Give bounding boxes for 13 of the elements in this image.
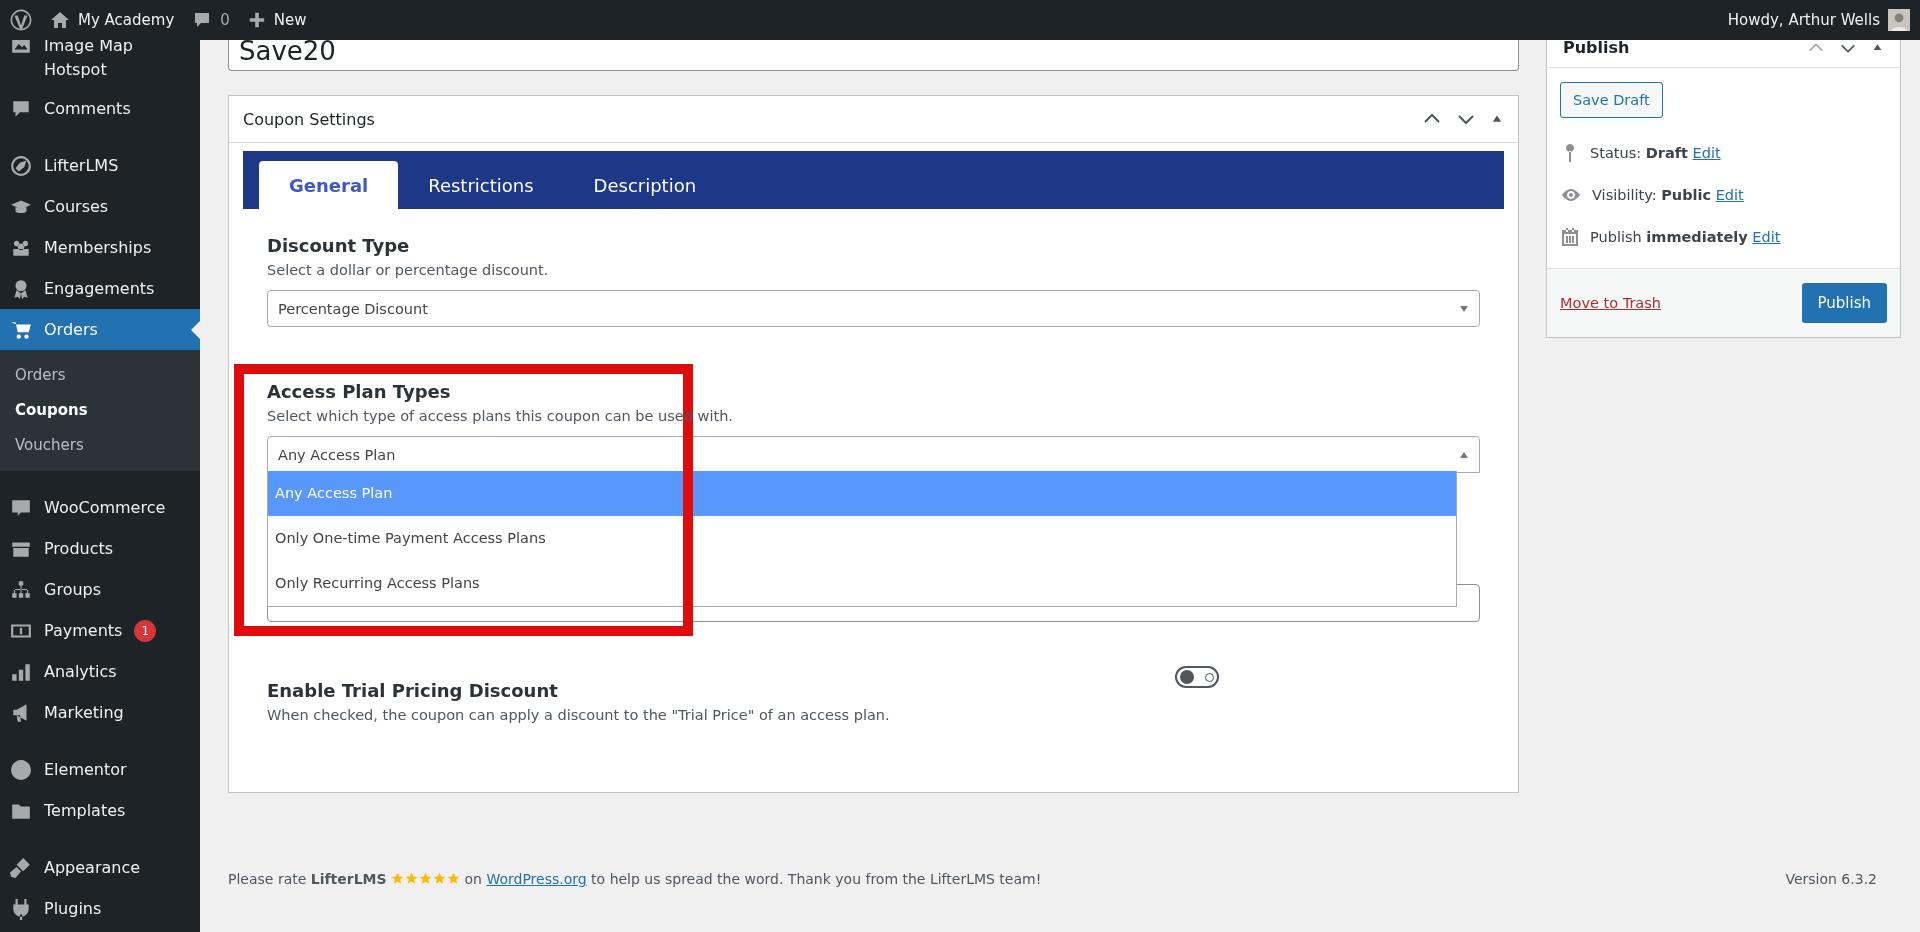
publish-setting-text: Status: Draft Edit <box>1590 145 1721 161</box>
field-label: Discount Type <box>267 235 411 256</box>
field-label: Enable Trial Pricing Discount <box>267 680 559 701</box>
footer-text: Please rate LifterLMS on WordPress.org to help us spread the word. Thank you from the LifterLMS team! <box>228 871 1042 887</box>
publish-setting-text: Publish immediately Edit <box>1590 229 1781 245</box>
field-label: Access Plan Types <box>267 381 452 402</box>
field-description: Select a dollar or percentage discount. <box>267 262 550 278</box>
field-description: When checked, the coupon can apply a discount to the "Trial Price" of an access plan. <box>267 707 891 723</box>
panel-title: Publish <box>1563 38 1630 57</box>
count-badge: 1 <box>134 619 157 642</box>
version-text: Version 6.3.2 <box>1785 871 1877 887</box>
panel-title: Coupon Settings <box>243 109 375 129</box>
publish-setting-text: Visibility: Public Edit <box>1592 187 1744 203</box>
